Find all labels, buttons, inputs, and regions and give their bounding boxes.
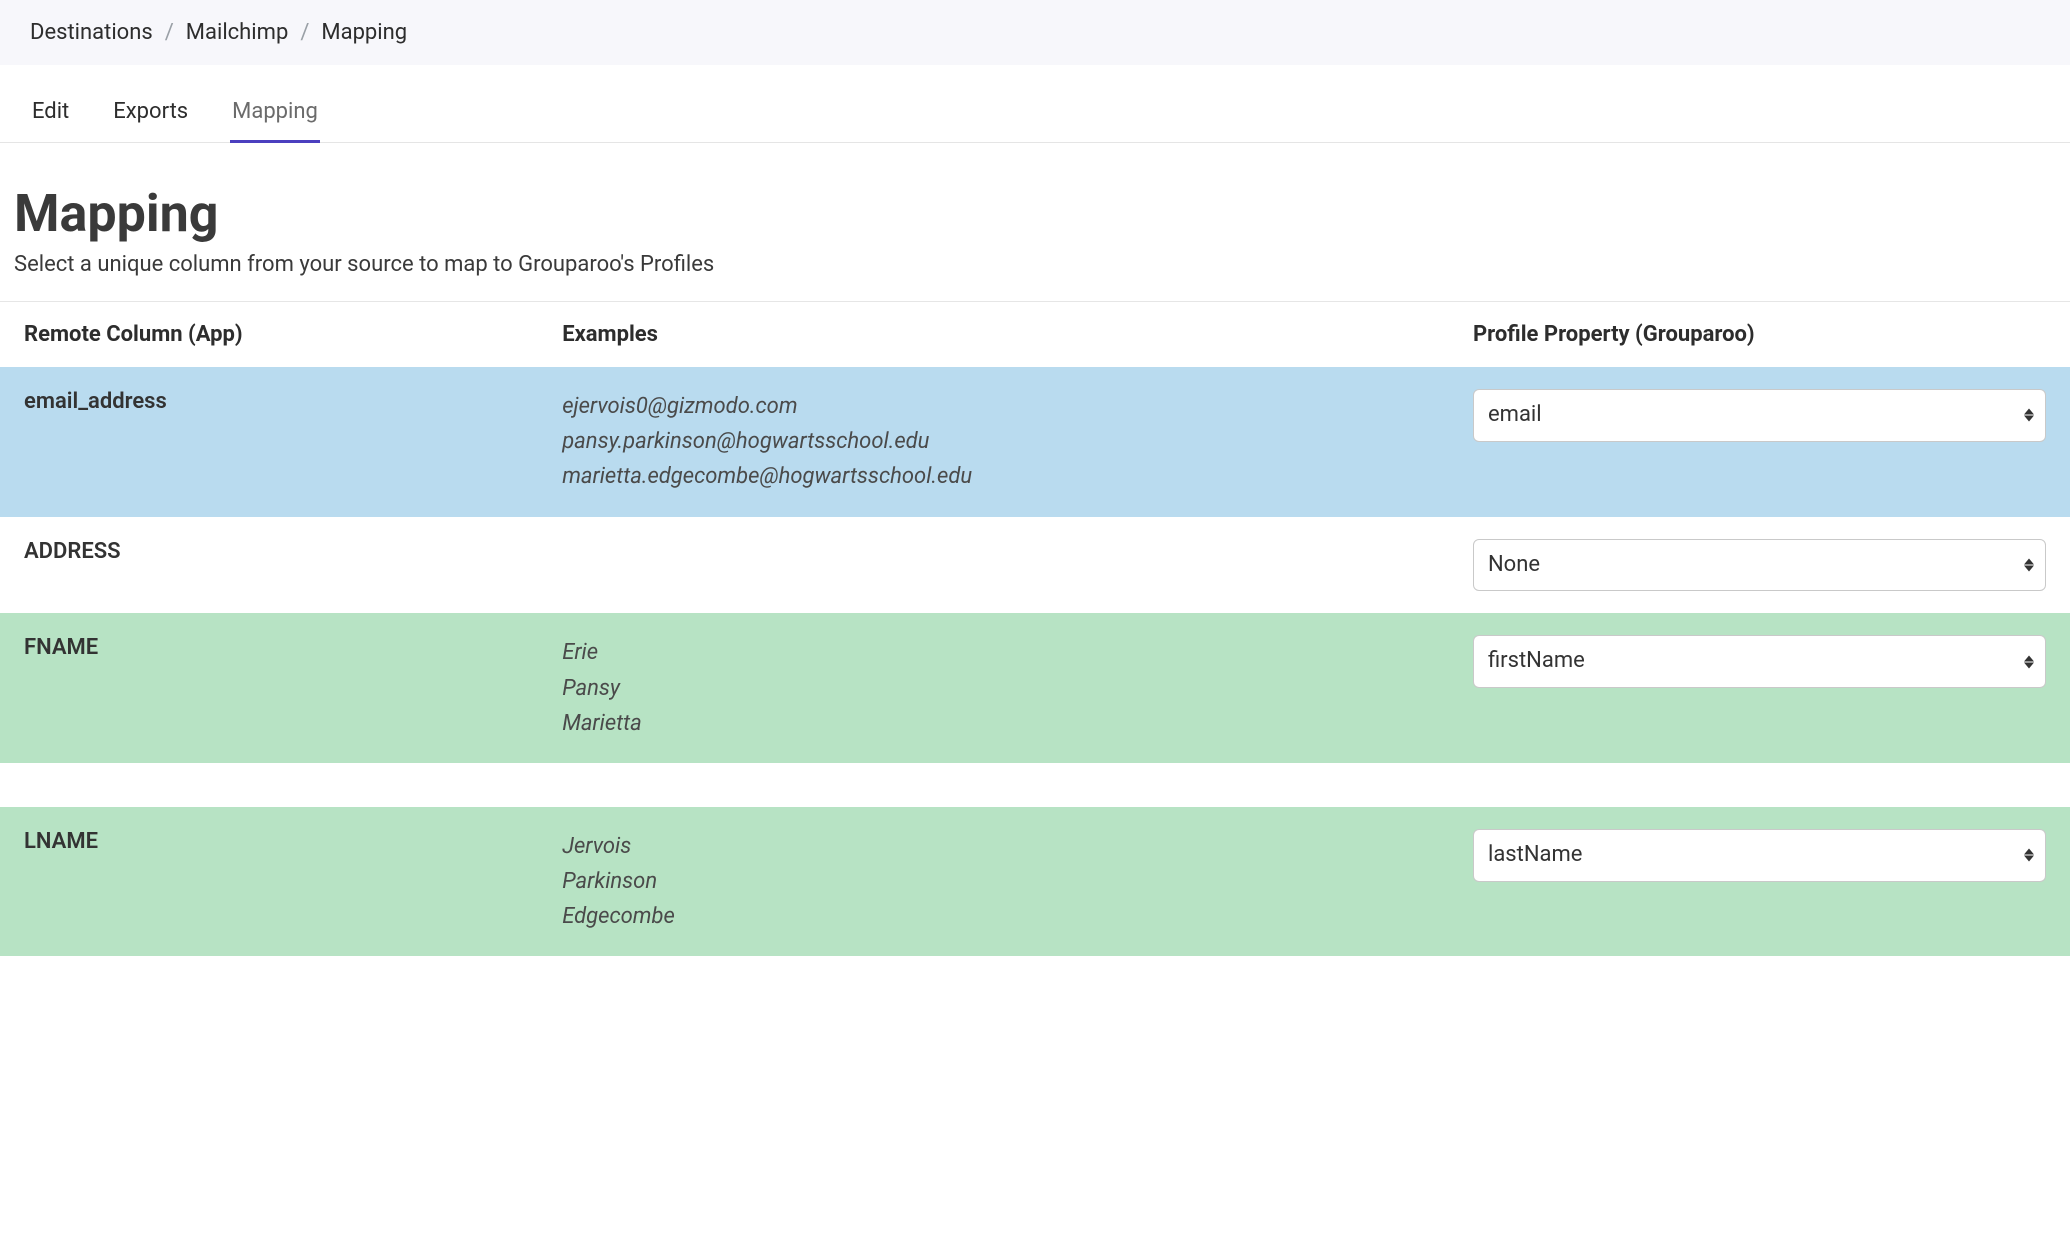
remote-column-name: email_address [24,389,167,414]
breadcrumb-current: Mapping [321,20,407,45]
breadcrumb-separator: / [165,20,174,45]
profile-property-cell: firstName [1449,613,2070,763]
remote-column-name: FNAME [24,635,98,660]
profile-property-select[interactable]: firstName [1473,635,2046,688]
header-examples: Examples [538,302,1449,368]
remote-column-cell: LNAME [0,807,538,957]
profile-property-select[interactable]: email [1473,389,2046,442]
remote-column-cell: FNAME [0,613,538,763]
tab-exports[interactable]: Exports [111,85,190,143]
example-value: Pansy [562,671,1425,706]
profile-property-cell: lastName [1449,807,2070,957]
breadcrumb-destinations[interactable]: Destinations [30,20,153,45]
page-subtitle: Select a unique column from your source … [14,252,2070,277]
mapping-table: Remote Column (App) Examples Profile Pro… [0,301,2070,956]
select-value[interactable]: email [1473,389,2046,442]
example-value: marietta.edgecombe@hogwartsschool.edu [562,459,1425,494]
page-title: Mapping [14,183,2070,244]
example-value: Jervois [562,829,1425,864]
remote-column-cell: ADDRESS [0,517,538,614]
examples-cell: EriePansyMarietta [538,613,1449,763]
profile-property-cell: None [1449,517,2070,614]
remote-column-cell: email_address [0,367,538,517]
tab-edit[interactable]: Edit [30,85,71,143]
select-value[interactable]: None [1473,539,2046,592]
example-value: Parkinson [562,864,1425,899]
examples-cell: JervoisParkinsonEdgecombe [538,807,1449,957]
row-separator [0,763,2070,807]
header-remote-column: Remote Column (App) [0,302,538,368]
select-value[interactable]: firstName [1473,635,2046,688]
remote-column-name: LNAME [24,829,98,854]
table-row: ADDRESS None [0,517,2070,614]
breadcrumb: Destinations / Mailchimp / Mapping [30,20,2040,45]
table-row: LNAME JervoisParkinsonEdgecombe lastName [0,807,2070,957]
remote-column-name: ADDRESS [24,539,121,564]
examples-list: ejervois0@gizmodo.compansy.parkinson@hog… [562,389,1425,495]
examples-cell: ejervois0@gizmodo.compansy.parkinson@hog… [538,367,1449,517]
example-value: Erie [562,635,1425,670]
example-value: ejervois0@gizmodo.com [562,389,1425,424]
profile-property-select[interactable]: lastName [1473,829,2046,882]
example-value: Marietta [562,706,1425,741]
tab-mapping[interactable]: Mapping [230,85,320,143]
header-profile-property: Profile Property (Grouparoo) [1449,302,2070,368]
profile-property-select[interactable]: None [1473,539,2046,592]
select-value[interactable]: lastName [1473,829,2046,882]
profile-property-cell: email [1449,367,2070,517]
examples-list: JervoisParkinsonEdgecombe [562,829,1425,935]
breadcrumb-bar: Destinations / Mailchimp / Mapping [0,0,2070,65]
tabs: Edit Exports Mapping [0,85,2070,143]
example-value: pansy.parkinson@hogwartsschool.edu [562,424,1425,459]
example-value: Edgecombe [562,899,1425,934]
breadcrumb-mailchimp[interactable]: Mailchimp [186,20,289,45]
examples-cell [538,517,1449,614]
table-row: email_address ejervois0@gizmodo.compansy.… [0,367,2070,517]
breadcrumb-separator: / [300,20,309,45]
examples-list: EriePansyMarietta [562,635,1425,741]
table-row: FNAME EriePansyMarietta firstName [0,613,2070,763]
